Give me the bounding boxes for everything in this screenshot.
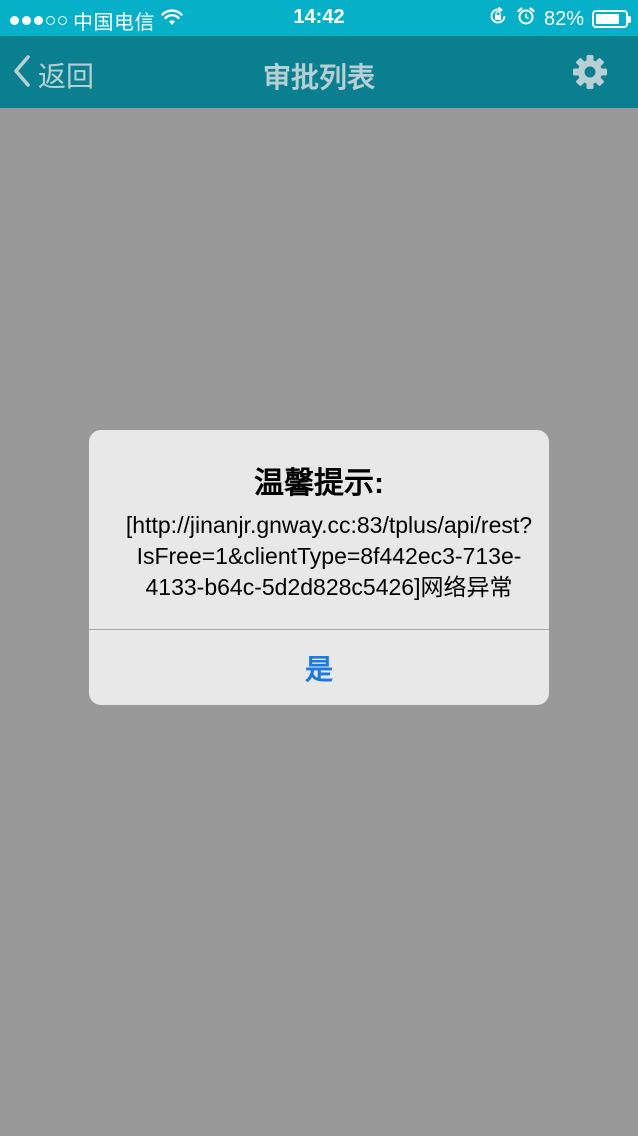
screen: 中国电信 14:42 82% 返回 审批列表 温馨提示: [http://jin… [0,0,638,1136]
battery-cap [628,16,631,23]
rotation-lock-icon [488,6,508,32]
alert-message-line: 4133-b64c-5d2d828c5426]网络异常 [145,574,513,600]
navigation-bar: 返回 审批列表 [0,36,638,108]
status-right: 82% [488,6,631,32]
status-bar: 中国电信 14:42 82% [0,0,638,36]
gear-icon [572,55,608,94]
battery-icon [592,10,631,28]
alert-message-line: [http://jinanjr.gnway.cc:83/tplus/api/re… [125,512,533,538]
alert-dialog: 温馨提示: [http://jinanjr.gnway.cc:83/tplus/… [89,430,549,705]
alert-message-line: IsFree=1&clientType=8f442ec3-713e- [136,543,522,569]
battery-percent: 82% [543,7,584,30]
alert-title: 温馨提示: [254,467,384,500]
page-title: 审批列表 [262,62,375,93]
settings-button[interactable] [572,54,608,90]
battery-fill [596,14,619,24]
confirm-button[interactable]: 是 [89,630,549,705]
alert-message: [http://jinanjr.gnway.cc:83/tplus/api/re… [109,510,549,603]
alarm-icon [516,6,536,32]
